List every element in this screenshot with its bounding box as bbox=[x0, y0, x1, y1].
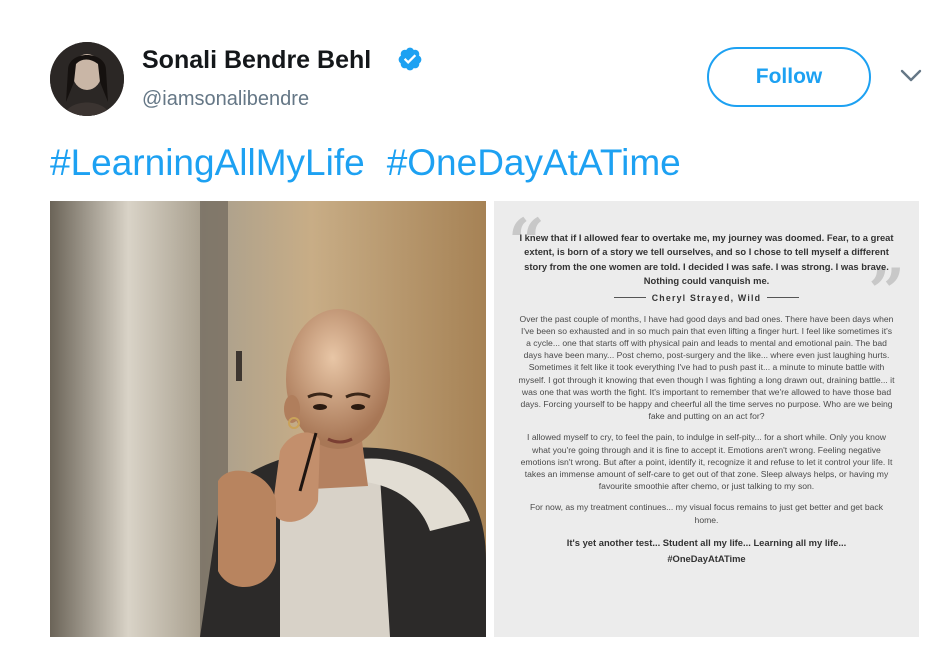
note-paragraph: Over the past couple of months, I have h… bbox=[518, 313, 895, 422]
portrait-photo bbox=[50, 201, 486, 637]
author-name[interactable]: Sonali Bendre Behl bbox=[142, 44, 371, 76]
avatar-photo bbox=[50, 42, 124, 116]
note-paragraph: I allowed myself to cry, to feel the pai… bbox=[520, 432, 893, 492]
author-handle[interactable]: @iamsonalibendre bbox=[142, 86, 309, 112]
note-paragraph: For now, as my treatment continues... my… bbox=[530, 502, 883, 525]
note-attribution: Cheryl Strayed, Wild bbox=[518, 293, 895, 303]
hashtag-link[interactable]: #LearningAllMyLife bbox=[50, 142, 365, 183]
attribution-text: Cheryl Strayed, Wild bbox=[651, 292, 762, 303]
follow-button[interactable]: Follow bbox=[707, 47, 871, 107]
closing-line: It's yet another test... Student all my … bbox=[566, 536, 847, 548]
note-closing: It's yet another test... Student all my … bbox=[518, 535, 895, 567]
hashtag-link[interactable]: #OneDayAtATime bbox=[387, 142, 681, 183]
chevron-down-icon[interactable] bbox=[900, 68, 922, 84]
divider bbox=[613, 297, 646, 299]
closing-tag: #OneDayAtATime bbox=[667, 552, 746, 564]
note-quote: I knew that if I allowed fear to overtak… bbox=[519, 232, 894, 287]
verified-badge-icon bbox=[398, 47, 422, 71]
media-note-image[interactable]: “ ” I knew that if I allowed fear to ove… bbox=[494, 201, 919, 637]
note-body: Over the past couple of months, I have h… bbox=[518, 313, 895, 526]
divider bbox=[767, 297, 800, 299]
tweet-text: #LearningAllMyLife #OneDayAtATime bbox=[50, 140, 681, 186]
media-photo-left[interactable] bbox=[50, 201, 486, 637]
avatar[interactable] bbox=[50, 42, 124, 116]
